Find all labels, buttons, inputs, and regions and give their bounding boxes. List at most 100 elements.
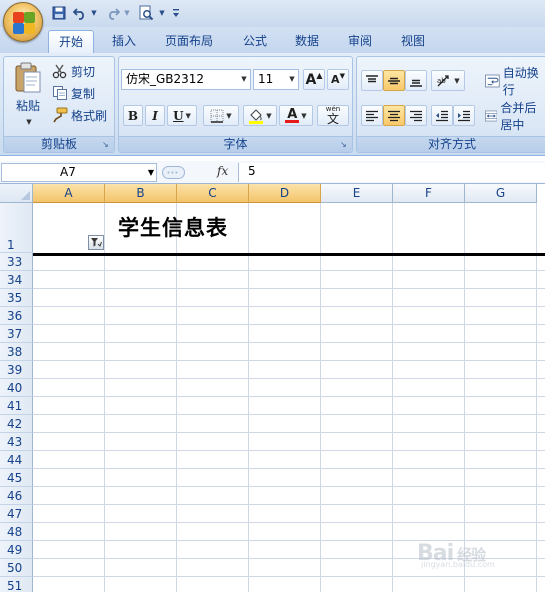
orientation-button[interactable]: ab ▼: [431, 70, 465, 91]
freeze-pane-divider[interactable]: [33, 253, 545, 256]
formula-input[interactable]: 5: [238, 163, 545, 182]
column-gridline: [176, 203, 177, 592]
bold-button[interactable]: B: [123, 105, 143, 126]
undo-dropdown-icon[interactable]: ▼: [89, 3, 99, 23]
row-gridline: [33, 486, 545, 487]
row-gridline: [33, 576, 545, 577]
sheet-title-cell[interactable]: 学生信息表: [118, 212, 228, 242]
font-name-select[interactable]: 仿宋_GB2312 ▼: [121, 69, 251, 90]
align-middle-button[interactable]: [383, 70, 405, 91]
column-header-f[interactable]: F: [393, 184, 465, 203]
clipboard-dialog-launcher-icon[interactable]: ↘: [102, 140, 111, 149]
row-header-41[interactable]: 41: [0, 397, 33, 415]
column-gridline: [536, 203, 537, 592]
column-header-e[interactable]: E: [321, 184, 393, 203]
format-painter-button[interactable]: 格式刷: [52, 105, 107, 125]
row-header-38[interactable]: 38: [0, 343, 33, 361]
wrap-text-button[interactable]: 自动换行: [485, 66, 545, 97]
column-header-c[interactable]: C: [177, 184, 249, 203]
font-color-dropdown-icon: ▼: [301, 111, 307, 120]
column-header-b[interactable]: B: [105, 184, 177, 203]
grow-font-button[interactable]: A ▲: [303, 69, 325, 90]
orientation-dropdown-icon: ▼: [454, 76, 460, 85]
row-header-39[interactable]: 39: [0, 361, 33, 379]
column-gridline: [248, 203, 249, 592]
print-preview-dropdown-icon[interactable]: ▼: [157, 3, 167, 23]
phonetic-button[interactable]: wén 文: [317, 105, 349, 126]
column-header-g[interactable]: G: [465, 184, 537, 203]
row-gridline: [33, 360, 545, 361]
tab-home[interactable]: 开始: [48, 30, 94, 53]
fill-color-button[interactable]: ▼: [243, 105, 277, 126]
format-painter-icon: [53, 107, 68, 123]
name-box[interactable]: A7 ▼: [1, 163, 157, 182]
redo-icon[interactable]: [104, 3, 122, 23]
insert-function-icon[interactable]: fx: [217, 163, 228, 180]
merge-center-button[interactable]: 合并后居中: [485, 101, 545, 132]
shrink-font-button[interactable]: A ▼: [327, 69, 349, 90]
copy-button[interactable]: 复制: [52, 83, 95, 103]
font-size-select[interactable]: 11 ▼: [253, 69, 299, 90]
decrease-indent-button[interactable]: [431, 105, 453, 126]
autofilter-button[interactable]: [88, 235, 104, 250]
worksheet-grid[interactable]: ABCDEFG 1 33 34 35 36 37 38 39 40 41 42 43 44 45 46 47 4…: [0, 184, 545, 592]
bold-label: B: [127, 108, 139, 123]
underline-dropdown-icon: ▼: [185, 111, 191, 120]
row-gridline: [33, 378, 545, 379]
name-box-value: A7: [60, 165, 76, 179]
underline-button[interactable]: U ▼: [167, 105, 197, 126]
row-header-35[interactable]: 35: [0, 289, 33, 307]
office-logo-icon-part: [24, 12, 35, 23]
row-header-43[interactable]: 43: [0, 433, 33, 451]
tab-data[interactable]: 数据: [285, 30, 329, 53]
row-header-42[interactable]: 42: [0, 415, 33, 433]
row-header-48[interactable]: 48: [0, 523, 33, 541]
align-center-button[interactable]: [383, 105, 405, 126]
row-gridline: [33, 468, 545, 469]
office-button[interactable]: [3, 2, 43, 42]
row-header-1[interactable]: 1: [0, 203, 33, 253]
tab-formulas[interactable]: 公式: [233, 30, 277, 53]
font-color-button[interactable]: A ▼: [279, 105, 313, 126]
row-header-51[interactable]: 51: [0, 577, 33, 592]
print-preview-icon[interactable]: [136, 3, 156, 23]
row-header-36[interactable]: 36: [0, 307, 33, 325]
row-header-34[interactable]: 34: [0, 271, 33, 289]
increase-indent-button[interactable]: [453, 105, 475, 126]
row-header-37[interactable]: 37: [0, 325, 33, 343]
align-left-icon: [366, 110, 378, 121]
row-header-44[interactable]: 44: [0, 451, 33, 469]
row-header-50[interactable]: 50: [0, 559, 33, 577]
paste-button[interactable]: 粘贴 ▼: [9, 60, 47, 132]
row-header-33[interactable]: 33: [0, 253, 33, 271]
column-header-a[interactable]: A: [33, 184, 105, 203]
align-top-button[interactable]: [361, 70, 383, 91]
borders-button[interactable]: ▼: [203, 105, 239, 126]
customize-qat-icon[interactable]: [170, 3, 182, 23]
row-header-46[interactable]: 46: [0, 487, 33, 505]
align-left-button[interactable]: [361, 105, 383, 126]
tab-view[interactable]: 视图: [391, 30, 435, 53]
tab-page-layout[interactable]: 页面布局: [157, 30, 221, 53]
undo-icon[interactable]: [71, 3, 89, 23]
align-right-icon: [410, 110, 422, 121]
cut-button[interactable]: 剪切: [52, 61, 95, 81]
row-header-45[interactable]: 45: [0, 469, 33, 487]
align-right-button[interactable]: [405, 105, 427, 126]
italic-button[interactable]: I: [145, 105, 165, 126]
row-header-47[interactable]: 47: [0, 505, 33, 523]
row-gridline: [33, 396, 545, 397]
row-header-49[interactable]: 49: [0, 541, 33, 559]
select-all-button[interactable]: [0, 184, 33, 203]
tab-review[interactable]: 审阅: [338, 30, 382, 53]
redo-dropdown-icon[interactable]: ▼: [122, 3, 132, 23]
save-icon[interactable]: [49, 3, 69, 23]
ribbon: 粘贴 ▼ 剪切 复制 格式刷 剪贴板 ↘ 仿宋_GB2312 ▼ 11 ▼ A …: [0, 53, 545, 156]
column-gridline: [392, 203, 393, 592]
column-gridline: [104, 203, 105, 592]
tab-insert[interactable]: 插入: [102, 30, 146, 53]
font-dialog-launcher-icon[interactable]: ↘: [340, 140, 349, 149]
row-header-40[interactable]: 40: [0, 379, 33, 397]
align-bottom-button[interactable]: [405, 70, 427, 91]
column-header-d[interactable]: D: [249, 184, 321, 203]
